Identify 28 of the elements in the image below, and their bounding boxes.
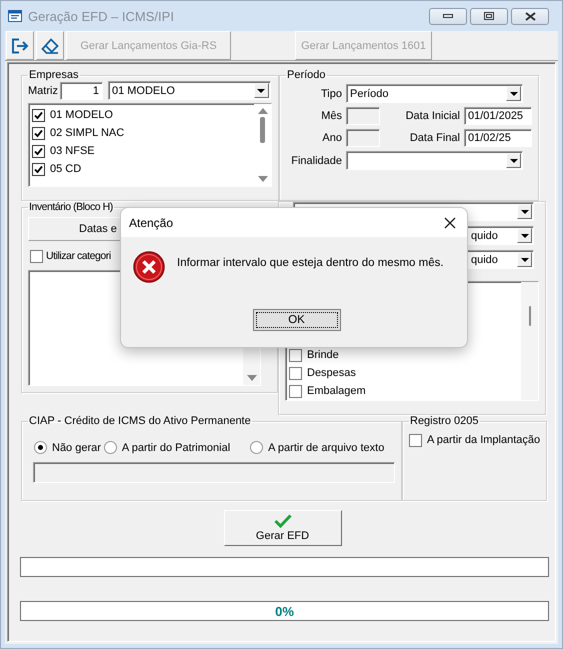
checkbox-label: Brinde — [307, 349, 339, 361]
group-title: CIAP - Crédito de ICMS do Ativo Permanente — [28, 415, 252, 427]
checkbox-label: A partir da Implantação — [427, 434, 540, 446]
field-label: Ano — [321, 132, 342, 144]
checkbox-label: Utilizar categori — [46, 250, 111, 262]
field-label: Finalidade — [290, 154, 342, 166]
field-label: Data Final — [408, 132, 460, 144]
field-label: Mês — [320, 110, 342, 122]
field-label: Matriz — [28, 84, 58, 96]
dialog-title: Atenção — [129, 216, 174, 230]
group-title: Período — [286, 69, 327, 81]
progress-reading: 0% — [275, 604, 294, 618]
window-title: Geração EFD – ICMS/IPI — [28, 8, 175, 24]
radio-label: Não gerar — [52, 442, 101, 454]
checkbox-label: 02 SIMPL NAC — [50, 127, 124, 139]
field-label: Tipo — [320, 88, 342, 100]
radio-label: A partir de arquivo texto — [268, 442, 384, 454]
checkbox-label: 05 CD — [50, 163, 82, 175]
checkbox-label: Despesas — [307, 367, 356, 379]
radio-label: A partir do Patrimonial — [122, 442, 230, 454]
group-title: Inventário (Bloco H) — [28, 201, 114, 213]
checkbox-label: 03 NFSE — [50, 145, 95, 157]
checkbox-label: 01 MODELO — [50, 109, 113, 121]
field-label: Data Inicial — [404, 110, 460, 122]
dialog-message: Informar intervalo que esteja dentro do mesmo mês. — [177, 257, 444, 269]
group-title: Registro 0205 — [409, 415, 480, 427]
group-title: Empresas — [28, 69, 80, 81]
checkbox-label: Embalagem — [307, 385, 366, 397]
